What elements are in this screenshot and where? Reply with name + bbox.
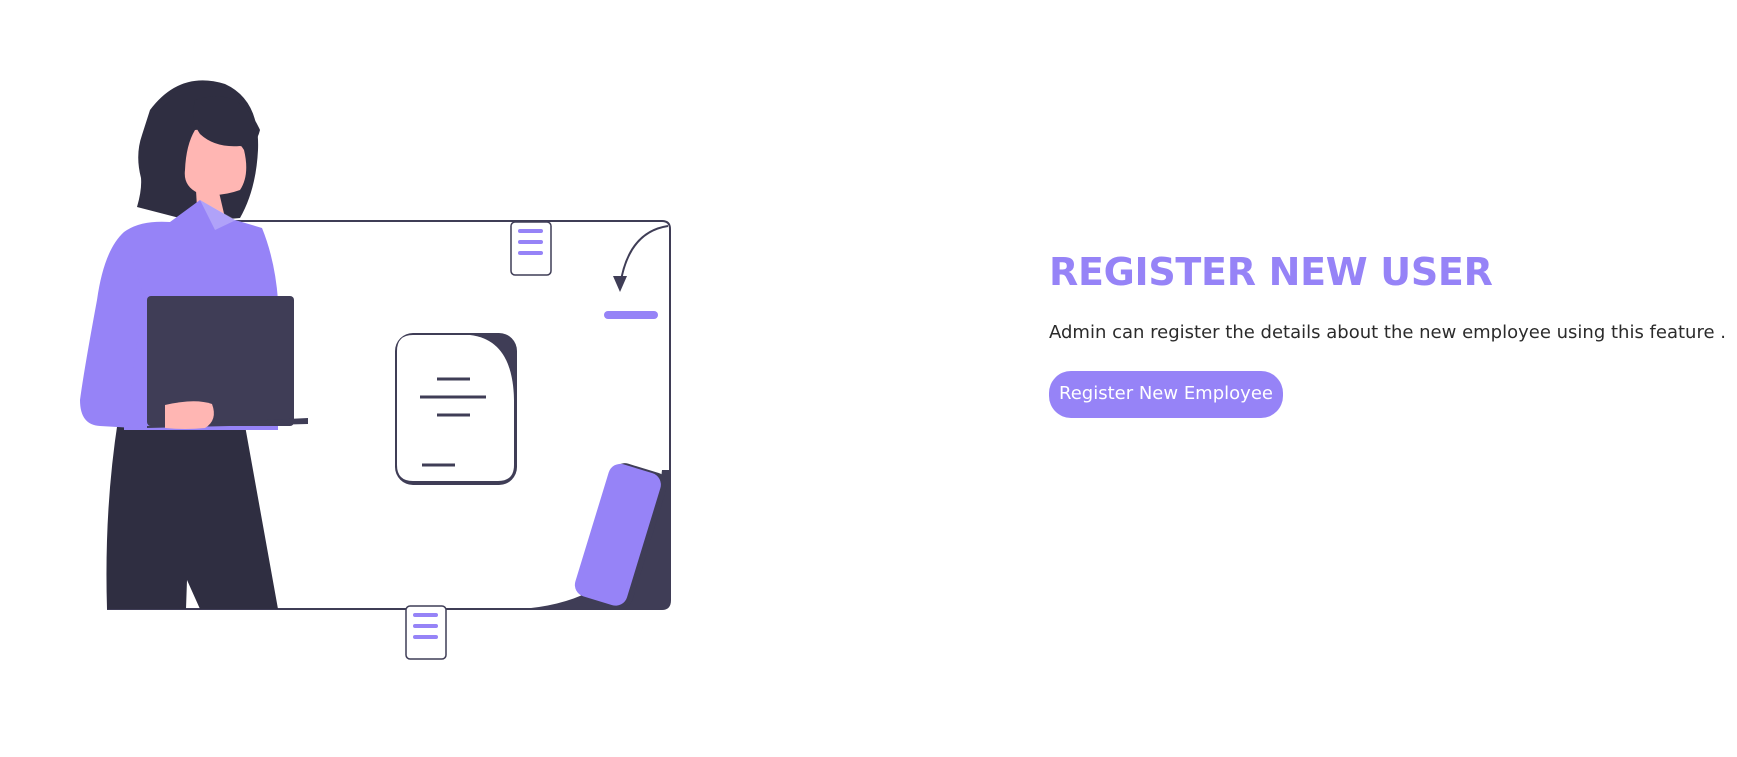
page-description: Admin can register the details about the…	[1049, 322, 1726, 343]
document-card	[395, 333, 517, 485]
document-icon-top	[510, 221, 552, 276]
woman-with-laptop-illustration	[70, 72, 680, 672]
page-title: REGISTER NEW USER	[1049, 250, 1493, 294]
register-section: REGISTER NEW USER Admin can register the…	[1049, 248, 1729, 418]
accent-bar	[604, 311, 658, 319]
document-icon-bottom	[405, 605, 447, 660]
register-new-employee-button[interactable]: Register New Employee	[1049, 371, 1283, 418]
